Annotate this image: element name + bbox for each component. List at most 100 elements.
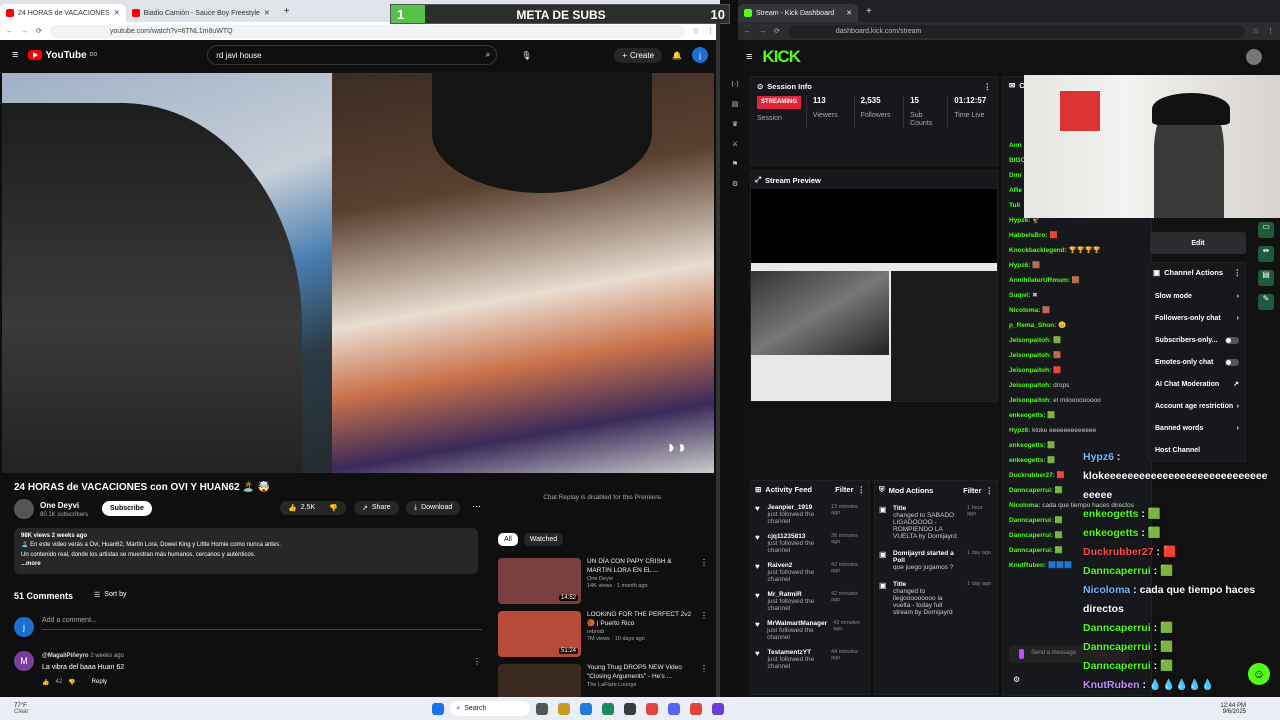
tab-yt-music[interactable]: Biadio Camión - Sauce Boy Freestyle ✕ <box>126 4 276 22</box>
hamburger-icon[interactable]: ≡ <box>746 51 752 63</box>
recommended-video[interactable]: 51:24 LOOKING FOR THE PERFECT 2v2 🏀 | Pue… <box>498 611 708 657</box>
recommended-video[interactable]: 14:52 UN DÍA CON PAPY CRISH & MARTIN LORA… <box>498 558 708 604</box>
settings-icon[interactable]: ⚙ <box>732 180 738 188</box>
chat-username[interactable]: KnutRuben: <box>1009 562 1046 569</box>
share-button[interactable]: ↗ Share <box>354 501 399 515</box>
chat-username[interactable]: Suqwi: <box>1009 292 1030 299</box>
like-button[interactable]: 👍 2.5K 👎 <box>280 501 346 515</box>
trophy-icon[interactable]: ♛ <box>732 120 738 128</box>
filter-button[interactable]: Filter <box>835 485 853 494</box>
more-vert-icon[interactable]: ⋮ <box>700 664 708 700</box>
filter-all-chip[interactable]: All <box>498 533 518 546</box>
user-avatar[interactable] <box>1246 49 1262 65</box>
chat-message[interactable]: p_Rema_Shon: 😐 <box>1009 318 1145 333</box>
filter-button[interactable]: Filter <box>963 486 981 495</box>
chat-username[interactable]: enkeogetts: <box>1009 412 1045 419</box>
mod-action-item[interactable]: ▣ Domijayrd started a Poll que juego jugam… <box>879 550 993 571</box>
activity-item[interactable]: ♥ Raiven2 just followed the channel 42 minu… <box>755 562 865 583</box>
activity-user[interactable]: Mr_RatmiR <box>767 591 825 598</box>
chat-message[interactable]: AnnihilaterURmum: 🟫 <box>1009 273 1145 288</box>
chat-message[interactable]: Jeisonpaitoh: 🟩 <box>1009 333 1145 348</box>
chat-username[interactable]: Jeisonpaitoh: <box>1009 397 1051 404</box>
channel-action-row[interactable]: Followers-only chat › <box>1149 307 1245 329</box>
settings-gear-icon[interactable]: ⚙ <box>1013 675 1020 684</box>
star-icon[interactable]: ☆ <box>1253 27 1259 35</box>
dashboard-icon[interactable]: ▤ <box>732 100 739 108</box>
chat-message[interactable]: Jeisonpaitoh: 🟥 <box>1009 363 1145 378</box>
activity-user[interactable]: cjq11235813 <box>767 533 825 540</box>
chrome-icon[interactable] <box>646 702 659 715</box>
chat-username[interactable]: Tull <box>1009 202 1020 209</box>
more-icon[interactable]: ⋯ <box>472 501 481 512</box>
mod-action-item[interactable]: ▣ Title changed to SABADO LIGADOOOO - ROMP… <box>879 505 993 540</box>
filter-watched-chip[interactable]: Watched <box>523 533 564 546</box>
activity-user[interactable]: TestamentzYT <box>767 649 825 656</box>
search-icon[interactable]: ⌕ <box>486 50 490 60</box>
channel-action-row[interactable]: AI Chat Moderation ↗ <box>1149 373 1245 395</box>
new-tab-icon[interactable]: + <box>284 6 290 17</box>
chat-username[interactable]: Ann <box>1009 142 1022 149</box>
url-field[interactable]: dashboard.kick.com/stream <box>787 24 1245 38</box>
chat-username[interactable]: Jeisonpaitoh: <box>1009 352 1051 359</box>
chat-username[interactable]: enkeogetts: <box>1009 442 1045 449</box>
taskbar-search[interactable]: ⌕ Search <box>450 701 531 716</box>
chat-username[interactable]: AnnihilaterURmum: <box>1009 277 1070 284</box>
close-icon[interactable]: ✕ <box>264 9 270 17</box>
stream-icon[interactable]: ⟨·⟩ <box>731 80 739 88</box>
channel-name[interactable]: One Deyvi <box>40 501 79 510</box>
chat-username[interactable]: Jeisonpaitoh: <box>1009 367 1051 374</box>
more-vert-icon[interactable]: ⋮ <box>858 485 866 494</box>
comment-author-avatar[interactable]: M <box>14 651 34 671</box>
chat-message[interactable]: Knockbacklegend: 🏆🏆🏆🏆 <box>1009 243 1145 258</box>
back-icon[interactable]: ← <box>6 28 13 35</box>
edge-icon[interactable] <box>580 702 593 715</box>
chat-username[interactable]: p_Rema_Shon: <box>1009 322 1056 329</box>
store-icon[interactable] <box>602 702 615 715</box>
reply-button[interactable]: Reply <box>92 679 107 686</box>
subscribe-button[interactable]: Subscribe <box>102 501 152 516</box>
reload-icon[interactable]: ⟳ <box>36 27 42 35</box>
activity-user[interactable]: Raiven2 <box>767 562 825 569</box>
edit-button[interactable]: Edit <box>1150 232 1246 254</box>
forward-icon[interactable]: → <box>21 28 28 35</box>
new-tab-icon[interactable]: + <box>866 6 872 17</box>
tab-yt-video[interactable]: 24 HORAS de VACACIONES ✕ <box>0 4 126 22</box>
community-icon[interactable]: ⚑ <box>732 160 738 168</box>
more-vert-icon[interactable]: ⋮ <box>700 558 708 604</box>
youtube-logo[interactable]: YouTube DO <box>28 50 97 61</box>
url-field[interactable]: youtube.com/watch?v=6TNL1m8uWTQ <box>49 24 685 38</box>
chat-username[interactable]: Hypz6: <box>1009 262 1030 269</box>
recommended-video[interactable]: Young Thug DROPS NEW Video "Closing Argu… <box>498 664 708 700</box>
activity-item[interactable]: ♥ Mr_RatmiR just followed the channel 42 mi… <box>755 591 865 612</box>
chat-message[interactable]: Hypz6: kloke eeeeeeeeeeeee <box>1009 423 1145 438</box>
chat-username[interactable]: Danncaperrui: <box>1009 532 1053 539</box>
chat-toggle-icon[interactable]: ▭ <box>1258 222 1274 238</box>
channel-action-row[interactable]: Subscribers-only... <box>1149 329 1245 351</box>
comment-menu-icon[interactable]: ⋮ <box>473 657 481 666</box>
more-vert-icon[interactable]: ⋮ <box>986 486 994 495</box>
thumbs-up-icon[interactable]: 👍 <box>42 679 49 686</box>
chat-username[interactable]: Dmr <box>1009 172 1022 179</box>
windows-start-icon[interactable] <box>432 702 445 715</box>
chrome-profile-icon[interactable] <box>690 702 703 715</box>
toggle-switch[interactable] <box>1225 358 1239 366</box>
chat-username[interactable]: Hypz6: <box>1009 427 1030 434</box>
create-button[interactable]: + Create <box>614 47 663 63</box>
description-box[interactable]: 98K views 2 weeks ago 🏝️ En este video v… <box>14 528 478 574</box>
channel-action-row[interactable]: Emotes-only chat <box>1149 351 1245 373</box>
chat-username[interactable]: Nicoloma: <box>1009 502 1040 509</box>
menu-icon[interactable]: ⋮ <box>1267 27 1274 35</box>
obs-icon[interactable] <box>624 702 637 715</box>
chat-message[interactable]: Jeisonpaitoh: el miiooooooooo <box>1009 393 1145 408</box>
activity-item[interactable]: ♥ TestamentzYT just followed the channel 44… <box>755 649 865 670</box>
chat-username[interactable]: Nicoloma: <box>1009 307 1040 314</box>
search-input[interactable]: rd javi house ⌕ <box>207 45 498 65</box>
left-scrollbar[interactable] <box>716 22 720 697</box>
reload-icon[interactable]: ⟳ <box>774 27 780 35</box>
file-explorer-icon[interactable] <box>558 702 571 715</box>
sort-button[interactable]: ☰ Sort by <box>94 591 126 599</box>
avatar[interactable]: j <box>692 47 708 63</box>
download-button[interactable]: ⤓ Download <box>406 501 461 515</box>
chat-username[interactable]: Jeisonpaitoh: <box>1009 382 1051 389</box>
mod-action-item[interactable]: ▣ Title changed to llegooooooooo la vuelta… <box>879 581 993 616</box>
